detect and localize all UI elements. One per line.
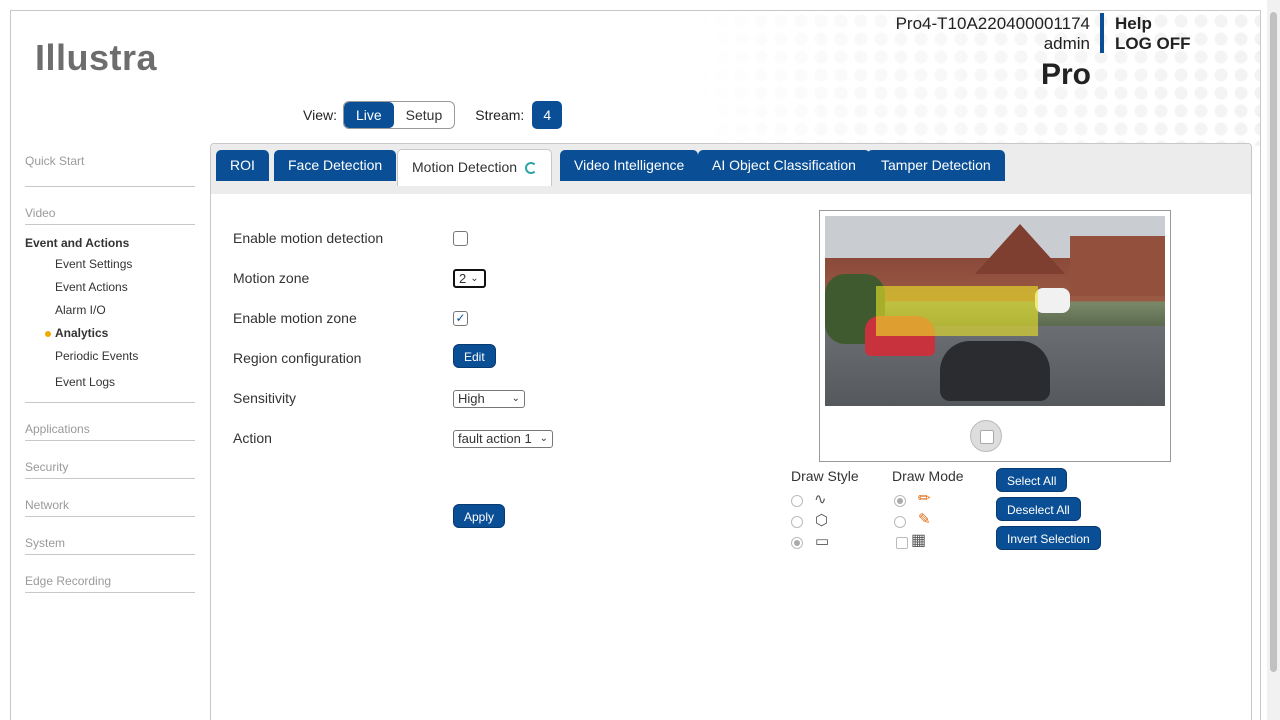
invert-selection-button[interactable]: Invert Selection	[996, 526, 1101, 550]
motion-zone-label: Motion zone	[233, 270, 310, 286]
sidebar-item-alarm-io[interactable]: Alarm I/O	[25, 299, 195, 322]
house-roof	[975, 224, 1065, 274]
grid-icon: ▦	[911, 532, 927, 549]
sidebar-item-event-logs[interactable]: Event Logs	[25, 368, 195, 403]
setup-view-button[interactable]: Setup	[394, 102, 455, 128]
tab-face-detection[interactable]: Face Detection	[274, 150, 397, 181]
enable-motion-zone-label: Enable motion zone	[233, 310, 357, 326]
chevron-down-icon: ⌄	[511, 393, 520, 404]
enable-motion-detection-checkbox[interactable]	[453, 231, 468, 246]
enable-motion-detection-label: Enable motion detection	[233, 230, 384, 246]
sidebar-item-analytics[interactable]: Analytics	[25, 322, 195, 345]
action-value: fault action 1	[458, 431, 532, 446]
tab-video-intelligence[interactable]: Video Intelligence	[560, 150, 699, 181]
enable-motion-zone-checkbox[interactable]: ✓	[453, 311, 468, 326]
motion-zone-select[interactable]: 2 ⌄	[453, 269, 486, 288]
stop-icon[interactable]	[970, 420, 1002, 452]
draw-style-rectangle-radio[interactable]	[791, 537, 803, 549]
logoff-link[interactable]: LOG OFF	[1115, 34, 1191, 54]
view-bar: View: Live Setup Stream: 4	[303, 101, 563, 129]
sensitivity-label: Sensitivity	[233, 390, 297, 406]
sidebar-item-security[interactable]: Security	[25, 441, 195, 479]
sidebar-item-quick-start[interactable]: Quick Start	[25, 149, 195, 187]
house-background	[1070, 236, 1165, 296]
stream-selector[interactable]: 4	[532, 101, 563, 129]
app-frame: Illustra Pro4-T10A220400001174 admin Hel…	[10, 10, 1261, 720]
tab-roi[interactable]: ROI	[216, 150, 269, 181]
scrollbar-thumb[interactable]	[1270, 12, 1277, 672]
draw-mode-grid-checkbox[interactable]	[896, 537, 908, 549]
white-car	[1035, 288, 1070, 313]
page-scrollbar[interactable]	[1267, 0, 1280, 720]
action-select[interactable]: fault action 1 ⌄	[453, 430, 553, 448]
edit-region-button[interactable]: Edit	[453, 344, 496, 368]
draw-mode-pencil-radio[interactable]	[894, 495, 906, 507]
stream-label: Stream:	[475, 107, 525, 123]
sidebar-item-event-actions[interactable]: Event Actions	[25, 276, 195, 299]
apply-button[interactable]: Apply	[453, 504, 506, 528]
illustra-logo: Illustra	[35, 37, 158, 78]
pro-brand: Pro	[1041, 58, 1092, 91]
sidebar-item-video[interactable]: Video	[25, 187, 195, 225]
tab-strip: ROI Face Detection Motion Detection Vide…	[211, 144, 1251, 194]
motion-zone-overlay[interactable]	[876, 286, 1038, 336]
view-label: View:	[303, 107, 337, 123]
draw-style-label: Draw Style	[791, 468, 859, 484]
black-car	[940, 341, 1050, 401]
rectangle-icon: ▭	[815, 533, 830, 550]
tab-motion-detection[interactable]: Motion Detection	[397, 149, 553, 186]
draw-style-polygon-radio[interactable]	[791, 516, 803, 528]
sidebar-item-edge-recording[interactable]: Edge Recording	[25, 555, 195, 593]
select-all-button[interactable]: Select All	[996, 468, 1068, 492]
motion-zone-value: 2	[459, 270, 467, 286]
header-divider	[1100, 13, 1104, 53]
view-toggle: Live Setup	[342, 101, 456, 129]
sidebar-item-network[interactable]: Network	[25, 479, 195, 517]
hexagon-icon: ⬡	[815, 512, 829, 529]
action-label: Action	[233, 430, 272, 446]
analytics-panel: ROI Face Detection Motion Detection Vide…	[210, 143, 1252, 720]
deselect-all-button[interactable]: Deselect All	[996, 497, 1081, 521]
tab-ai-object-classification[interactable]: AI Object Classification	[698, 150, 870, 181]
chevron-down-icon: ⌄	[470, 272, 479, 284]
refresh-icon[interactable]	[525, 162, 538, 175]
draw-style-freehand-radio[interactable]	[791, 495, 803, 507]
device-name: Pro4-T10A220400001174	[895, 14, 1090, 33]
region-configuration-label: Region configuration	[233, 350, 362, 366]
help-link[interactable]: Help	[1115, 14, 1152, 34]
sidebar-item-event-and-actions[interactable]: Event and Actions	[25, 225, 195, 253]
draw-mode-eraser-radio[interactable]	[894, 516, 906, 528]
device-info: Pro4-T10A220400001174 admin	[896, 14, 1090, 54]
sidebar-item-applications[interactable]: Applications	[25, 403, 195, 441]
freehand-icon: ∿	[814, 491, 827, 508]
tab-motion-detection-label: Motion Detection	[412, 159, 518, 175]
live-video-feed[interactable]	[825, 216, 1165, 406]
video-preview-box	[819, 210, 1171, 462]
sidebar-item-event-settings[interactable]: Event Settings	[25, 253, 195, 276]
live-view-button[interactable]: Live	[343, 102, 394, 128]
sensitivity-value: High	[458, 391, 485, 406]
tab-tamper-detection[interactable]: Tamper Detection	[867, 150, 1005, 181]
sidebar-item-periodic-events[interactable]: Periodic Events	[25, 345, 195, 368]
chevron-down-icon: ⌄	[539, 433, 548, 444]
sensitivity-select[interactable]: High ⌄	[453, 390, 525, 408]
sidebar-item-system[interactable]: System	[25, 517, 195, 555]
eraser-icon: ✎	[918, 511, 931, 528]
draw-mode-label: Draw Mode	[892, 468, 964, 484]
pencil-icon: ✏	[918, 490, 931, 507]
sidebar: Quick Start Video Event and Actions Even…	[25, 149, 195, 593]
user-name: admin	[1043, 34, 1090, 53]
